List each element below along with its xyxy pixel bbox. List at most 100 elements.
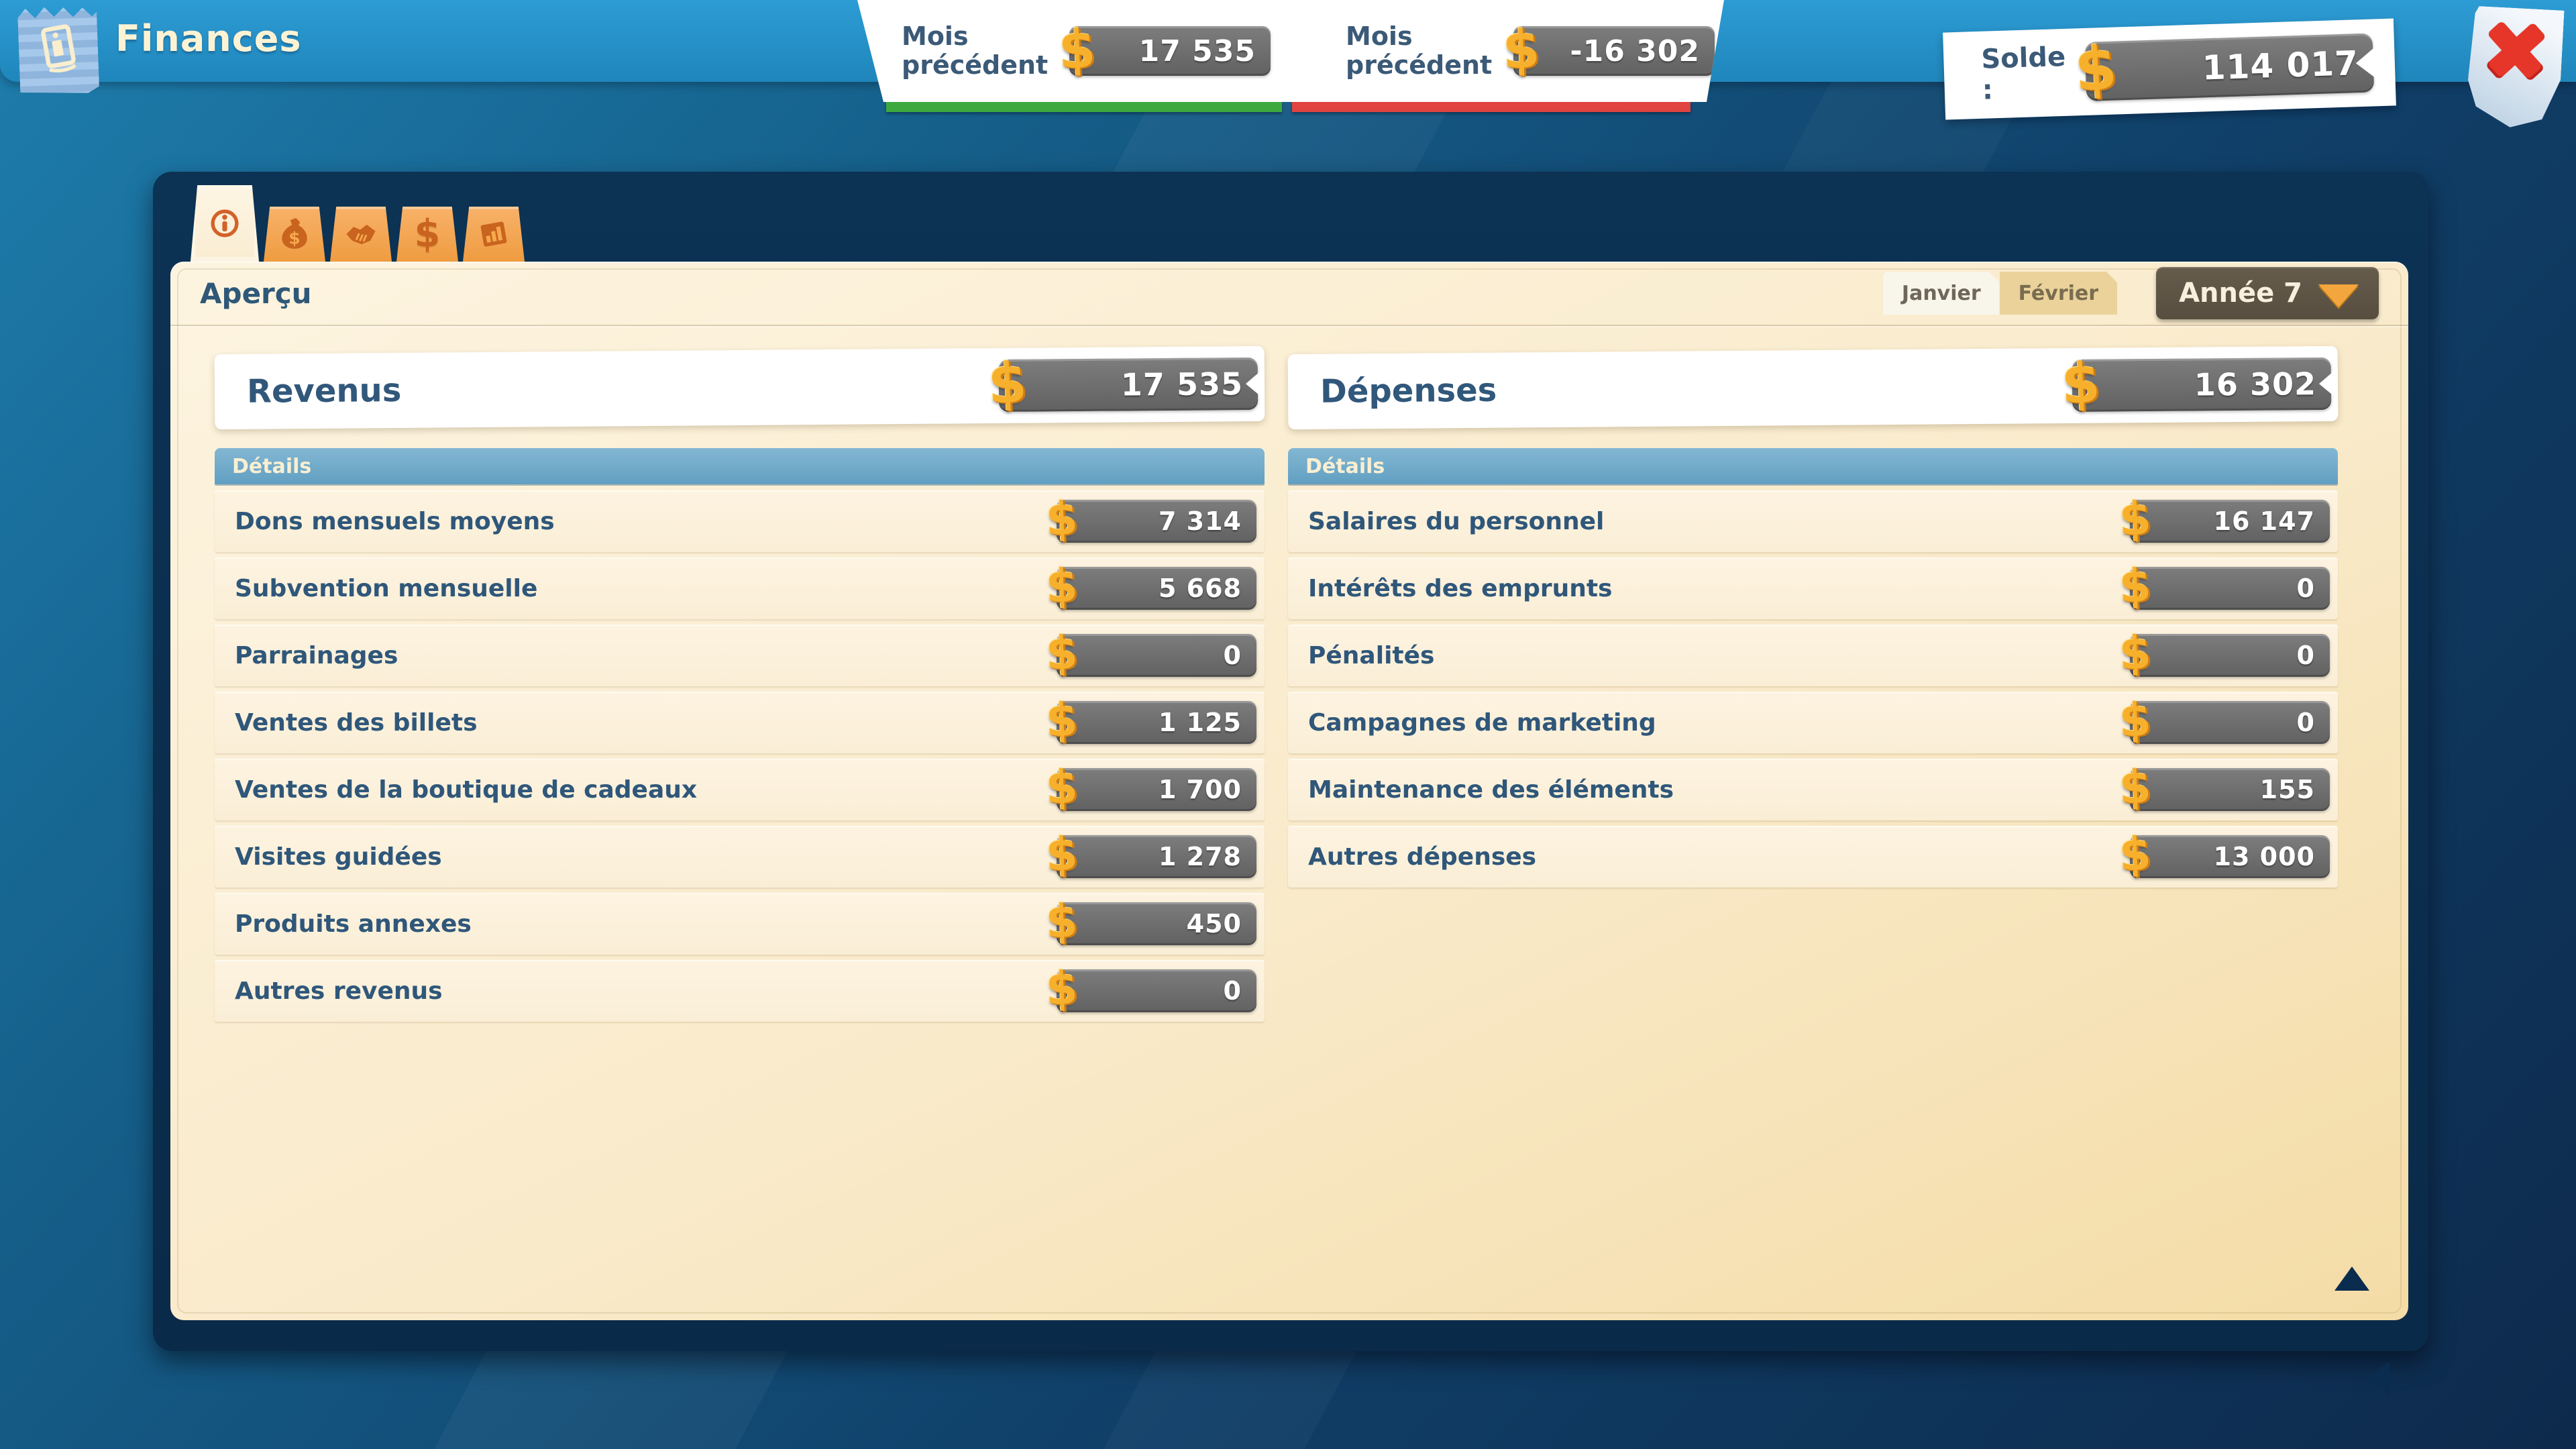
table-row: Autres revenus $0 [215, 960, 1265, 1022]
row-value-pill: $0 [2130, 567, 2330, 610]
row-label: Ventes de la boutique de cadeaux [235, 776, 697, 804]
ledger-book-icon [32, 20, 86, 78]
tab-income[interactable]: $ [264, 207, 325, 262]
previous-month-expense-pill: $ -16 302 [1513, 26, 1715, 76]
table-row: Subvention mensuelle $5 668 [215, 557, 1265, 619]
previous-month-income: Mois précédent $ 17 535 [857, 0, 1301, 102]
table-row: Maintenance des éléments $155 [1288, 759, 2338, 820]
tab-deals[interactable] [330, 207, 392, 262]
row-value: 0 [1224, 641, 1242, 670]
dollar-icon: $ [1045, 496, 1079, 543]
row-label: Subvention mensuelle [235, 575, 537, 602]
previous-month-expense-value: -16 302 [1570, 34, 1700, 68]
balance-pill: $ 114 017 [2085, 33, 2374, 101]
dollar-icon: $ [2073, 38, 2119, 101]
row-label: Parrainages [235, 642, 398, 669]
row-label: Autres revenus [235, 977, 443, 1005]
row-value: 7 314 [1159, 506, 1242, 536]
handshake-icon [343, 217, 378, 252]
row-value-pill: $0 [2130, 634, 2330, 677]
close-button[interactable] [2465, 6, 2564, 130]
expenses-total-pill: $ 16 302 [2072, 358, 2332, 412]
row-label: Ventes des billets [235, 709, 478, 737]
row-value-pill: $0 [1057, 634, 1256, 677]
dollar-icon: $ [1502, 22, 1542, 76]
row-value: 1 700 [1159, 775, 1242, 804]
previous-month-summary: Mois précédent $ 17 535 Mois précédent $… [857, 0, 1724, 114]
balance-value: 114 017 [2202, 44, 2359, 87]
moneybag-icon: $ [278, 217, 311, 251]
table-row: Ventes des billets $1 125 [215, 692, 1265, 753]
period-controls: Janvier Février Année 7 [1883, 267, 2379, 319]
table-row: Visites guidées $1 278 [215, 826, 1265, 888]
table-row: Dons mensuels moyens $7 314 [215, 490, 1265, 552]
row-label: Salaires du personnel [1308, 508, 1604, 535]
dollar-icon: $ [2118, 765, 2153, 812]
month-button-janvier[interactable]: Janvier [1883, 272, 2000, 315]
tab-overview[interactable] [191, 185, 259, 262]
revenues-title: Revenus [247, 372, 402, 411]
income-positive-bar [886, 102, 1282, 112]
table-row: Ventes de la boutique de cadeaux $1 700 [215, 759, 1265, 820]
row-label: Campagnes de marketing [1308, 709, 1656, 737]
dollar-icon: $ [2118, 631, 2153, 678]
expenses-header: Dépenses $ 16 302 [1288, 346, 2339, 429]
row-value: 1 278 [1159, 842, 1242, 871]
dollar-icon: $ [987, 356, 1028, 413]
row-value: 0 [2297, 574, 2315, 603]
dollar-icon: $ [2118, 832, 2153, 879]
top-bar: Finances Mois précédent $ 17 535 Mois pr… [0, 0, 2576, 82]
tab-bar: $ $ [191, 182, 525, 262]
table-row: Pénalités $0 [1288, 625, 2338, 686]
table-row: Intérêts des emprunts $0 [1288, 557, 2338, 619]
columns: Revenus $ 17 535 Détails Dons mensuels m… [170, 326, 2408, 1027]
row-value-pill: $155 [2130, 768, 2330, 811]
row-value-pill: $450 [1057, 902, 1256, 945]
row-value: 1 125 [1159, 708, 1242, 737]
row-value: 0 [1224, 976, 1242, 1006]
previous-month-card: Mois précédent $ 17 535 Mois précédent $… [857, 0, 1724, 102]
section-title: Aperçu [200, 277, 312, 310]
table-row: Salaires du personnel $16 147 [1288, 490, 2338, 552]
dollar-icon: $ [1045, 698, 1079, 745]
row-label: Pénalités [1308, 642, 1434, 669]
tab-cash[interactable]: $ [396, 207, 458, 262]
info-icon [207, 206, 242, 241]
previous-month-income-value: 17 535 [1139, 34, 1256, 68]
table-row: Parrainages $0 [215, 625, 1265, 686]
dollar-icon: $ [2060, 356, 2102, 413]
dropdown-arrow-icon [2318, 284, 2359, 307]
dollar-icon: $ [1045, 966, 1079, 1013]
dollar-icon: $ [1045, 765, 1079, 812]
finances-ledger-icon [17, 3, 100, 95]
year-dropdown[interactable]: Année 7 [2156, 267, 2379, 319]
expense-negative-bar [1292, 102, 1690, 112]
row-label: Maintenance des éléments [1308, 776, 1674, 804]
row-value: 0 [2297, 641, 2315, 670]
row-value-pill: $1 700 [1057, 768, 1256, 811]
dollar-icon: $ [415, 215, 441, 253]
window-title: Finances [115, 17, 302, 60]
row-label: Intérêts des emprunts [1308, 575, 1612, 602]
row-value-pill: $1 125 [1057, 701, 1256, 744]
dollar-icon: $ [1045, 631, 1079, 678]
row-value: 450 [1187, 909, 1242, 938]
row-value: 13 000 [2214, 842, 2315, 871]
month-button-fevrier[interactable]: Février [2000, 272, 2117, 315]
expenses-column: Dépenses $ 16 302 Détails Salaires du pe… [1288, 350, 2338, 1027]
dollar-icon: $ [1045, 564, 1079, 610]
row-value: 0 [2297, 708, 2315, 737]
revenues-total-value: 17 535 [1121, 366, 1243, 402]
row-label: Produits annexes [235, 910, 472, 938]
row-label: Autres dépenses [1308, 843, 1536, 871]
chart-icon [476, 217, 511, 252]
row-value-pill: $0 [1057, 969, 1256, 1012]
row-value-pill: $5 668 [1057, 567, 1256, 610]
tab-charts[interactable] [463, 207, 525, 262]
panel-edge-notch-bottom [2334, 1267, 2369, 1291]
game-screen: { "currency": "$", "topbar": { "title": … [0, 0, 2576, 1449]
row-value: 16 147 [2214, 506, 2315, 536]
overview-sheet: Aperçu Janvier Février Année 7 Revenus $… [170, 262, 2408, 1320]
revenues-details-header: Détails [215, 448, 1265, 484]
sheet-header: Aperçu Janvier Février Année 7 [170, 262, 2408, 326]
